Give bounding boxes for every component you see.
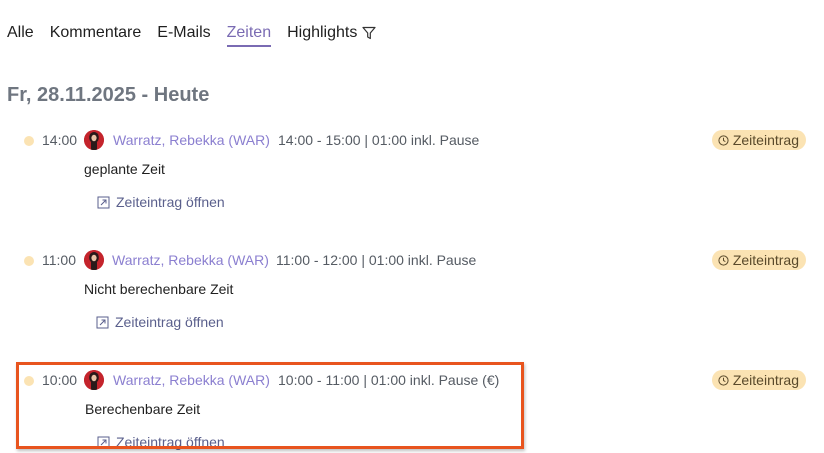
- tab-alle[interactable]: Alle: [7, 23, 34, 45]
- activity-tabs: Alle Kommentare E-Mails Zeiten Highlight…: [7, 23, 392, 47]
- tab-emails[interactable]: E-Mails: [157, 23, 210, 45]
- tab-highlights[interactable]: Highlights: [287, 23, 376, 45]
- timeline-dot: [24, 256, 34, 266]
- entry-type-badge: Zeiteintrag: [711, 130, 806, 150]
- time-entry: 14:00 Warratz, Rebekka (WAR) 14:00 - 15:…: [0, 130, 824, 230]
- entry-details: 10:00 - 11:00 | 01:00 inkl. Pause (€): [278, 372, 500, 388]
- entry-description: Nicht berechenbare Zeit: [84, 281, 234, 297]
- entry-details: 14:00 - 15:00 | 01:00 inkl. Pause: [278, 132, 480, 148]
- tab-kommentare[interactable]: Kommentare: [50, 23, 142, 45]
- entry-time: 11:00: [42, 252, 76, 268]
- open-time-entry-link[interactable]: Zeiteintrag öffnen: [96, 312, 224, 332]
- timeline-dot: [24, 376, 34, 386]
- avatar: [84, 250, 104, 270]
- avatar: [84, 130, 104, 150]
- external-link-icon: [97, 436, 110, 448]
- entry-description: Berechenbare Zeit: [85, 401, 201, 417]
- entry-type-badge: Zeiteintrag: [711, 370, 806, 390]
- time-entry: 10:00 Warratz, Rebekka (WAR) 10:00 - 11:…: [0, 370, 824, 453]
- badge-label: Zeiteintrag: [732, 132, 799, 148]
- entry-type-badge: Zeiteintrag: [711, 250, 806, 270]
- date-heading: Fr, 28.11.2025 - Heute: [7, 84, 210, 106]
- timeline-dot: [24, 136, 34, 146]
- user-link[interactable]: Warratz, Rebekka (WAR): [113, 370, 270, 390]
- open-link-label: Zeiteintrag öffnen: [115, 314, 224, 330]
- clock-icon: [718, 374, 729, 386]
- clock-icon: [718, 254, 729, 266]
- tab-highlights-label: Highlights: [287, 24, 358, 41]
- activity-panel: Alle Kommentare E-Mails Zeiten Highlight…: [0, 0, 824, 453]
- badge-label: Zeiteintrag: [732, 252, 799, 268]
- clock-icon: [718, 134, 729, 146]
- entry-time: 10:00: [42, 372, 78, 388]
- user-link[interactable]: Warratz, Rebekka (WAR): [112, 250, 269, 270]
- external-link-icon: [96, 316, 109, 328]
- entry-details: 11:00 - 12:00 | 01:00 inkl. Pause: [276, 252, 477, 268]
- open-time-entry-link[interactable]: Zeiteintrag öffnen: [97, 192, 225, 212]
- tab-zeiten[interactable]: Zeiten: [226, 23, 272, 47]
- entry-time: 14:00: [42, 132, 78, 148]
- filter-icon[interactable]: [362, 26, 376, 40]
- external-link-icon: [97, 196, 110, 208]
- user-link[interactable]: Warratz, Rebekka (WAR): [113, 130, 270, 150]
- open-link-label: Zeiteintrag öffnen: [116, 434, 225, 450]
- open-link-label: Zeiteintrag öffnen: [116, 194, 225, 210]
- badge-label: Zeiteintrag: [732, 372, 799, 388]
- avatar: [84, 370, 104, 390]
- entry-description: geplante Zeit: [84, 161, 165, 177]
- open-time-entry-link[interactable]: Zeiteintrag öffnen: [97, 432, 225, 452]
- time-entry: 11:00 Warratz, Rebekka (WAR) 11:00 - 12:…: [0, 250, 824, 350]
